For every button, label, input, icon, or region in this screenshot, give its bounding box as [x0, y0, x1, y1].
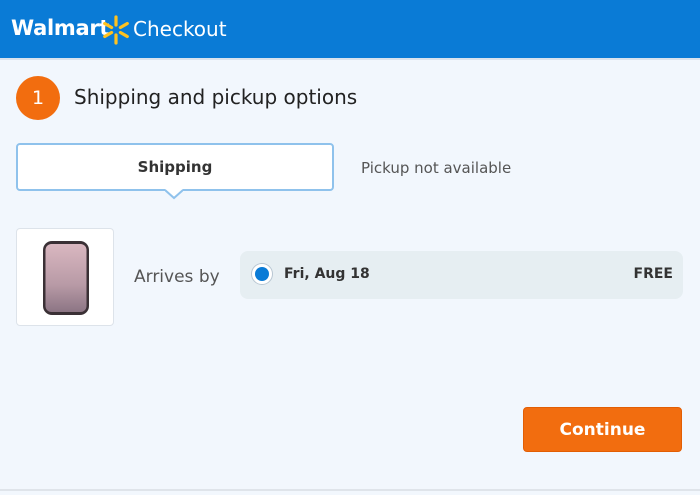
step-number-badge: 1	[16, 76, 60, 120]
shipping-option-radio[interactable]	[252, 264, 272, 284]
step-title: Shipping and pickup options	[74, 85, 358, 109]
tab-shipping[interactable]: Shipping	[16, 143, 334, 191]
checkout-title: Checkout	[133, 17, 227, 41]
tab-pointer-caret	[165, 189, 183, 200]
checkout-header: Walmart Checkout	[0, 0, 700, 58]
walmart-spark-icon	[103, 15, 129, 45]
radio-selected-dot	[255, 267, 269, 281]
bottom-divider	[0, 489, 700, 491]
continue-button[interactable]: Continue	[523, 407, 682, 452]
smartphone-product-image	[43, 241, 89, 315]
product-thumbnail	[16, 228, 114, 326]
arrives-by-label: Arrives by	[134, 267, 220, 287]
shipping-option-row[interactable]: Fri, Aug 18 FREE	[240, 251, 683, 299]
shipping-price: FREE	[633, 266, 673, 282]
tab-pickup-unavailable: Pickup not available	[361, 159, 512, 177]
walmart-logo-text[interactable]: Walmart	[11, 16, 109, 40]
header-divider	[0, 58, 700, 60]
delivery-date: Fri, Aug 18	[284, 266, 370, 282]
